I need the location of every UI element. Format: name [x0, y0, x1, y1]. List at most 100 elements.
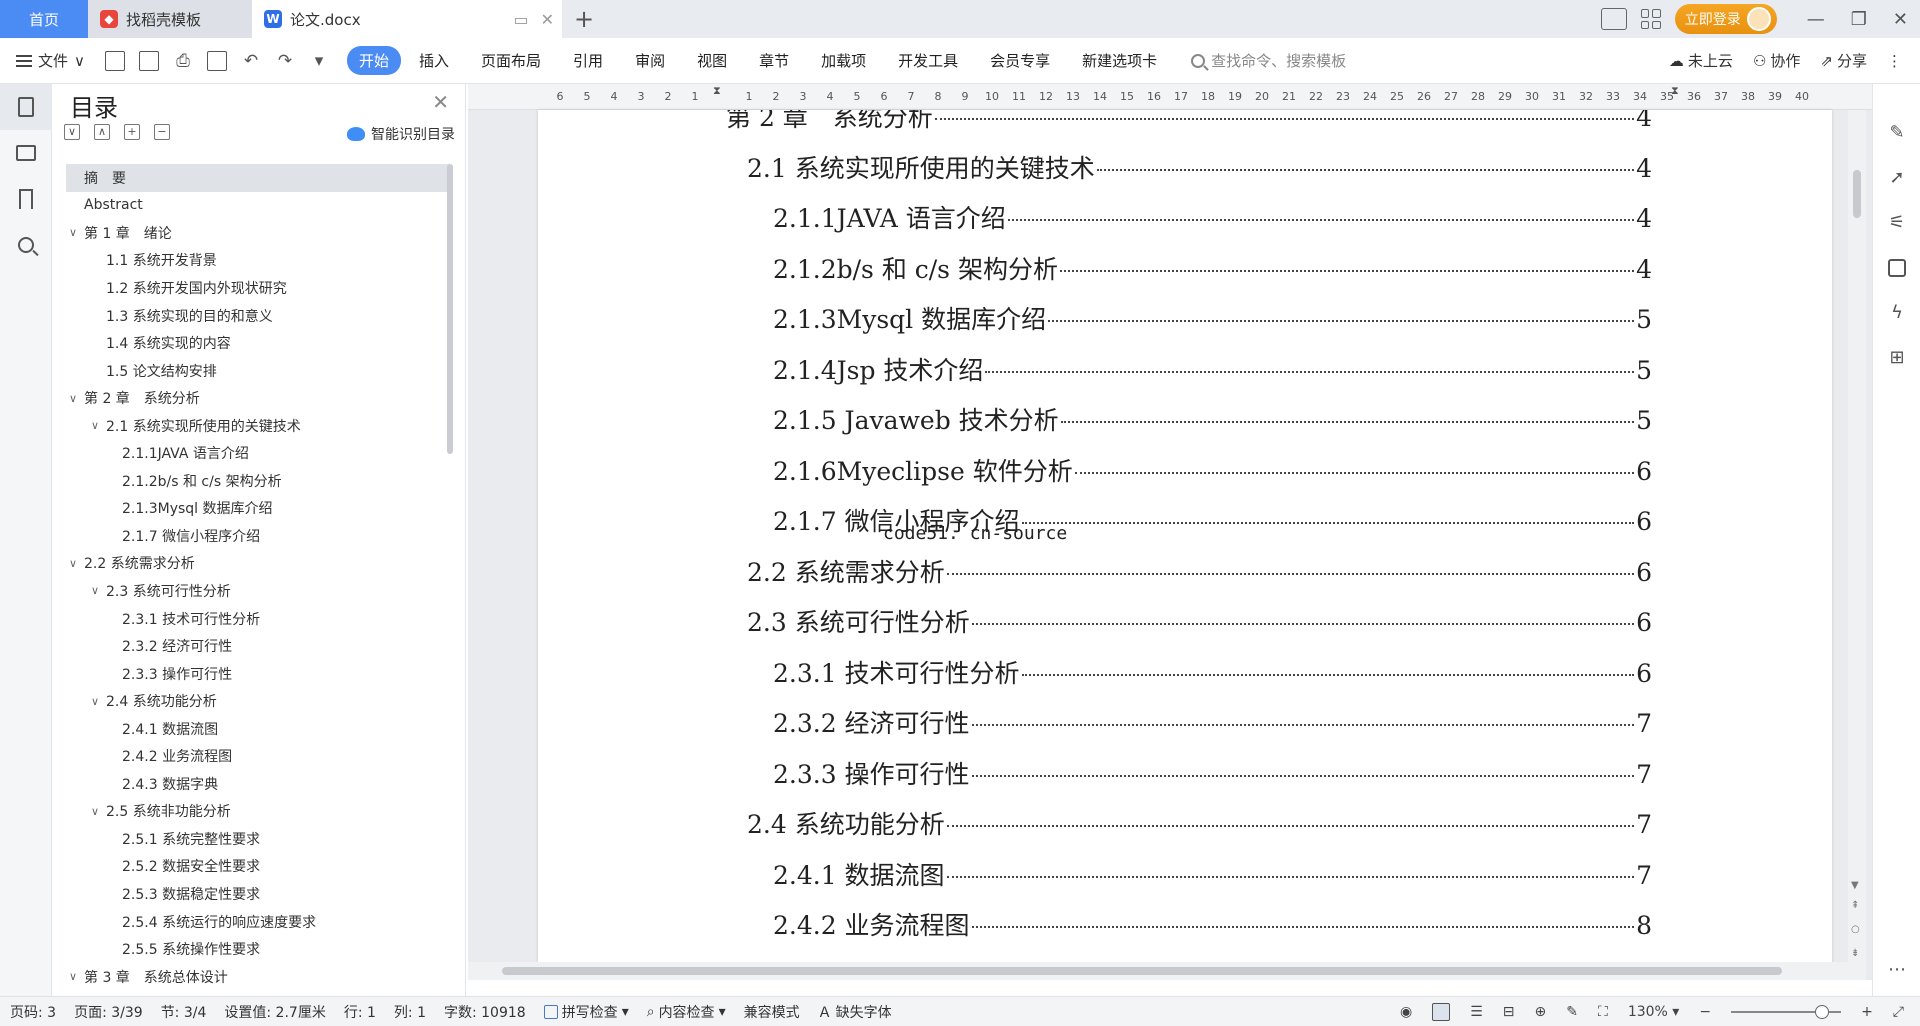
- save-icon[interactable]: [105, 50, 125, 71]
- login-button[interactable]: 立即登录: [1674, 4, 1777, 34]
- layout-icon[interactable]: [1600, 8, 1627, 30]
- cloud-sync-button[interactable]: ☁ 未上云: [1669, 50, 1733, 71]
- ribbon-tab[interactable]: 加载项: [807, 46, 880, 75]
- doc-toc-entry[interactable]: 2.3.1 技术可行性分析 6: [773, 654, 1652, 704]
- collaborate-button[interactable]: ⚇ 协作: [1753, 50, 1800, 71]
- chevron-down-icon[interactable]: ∨: [88, 805, 102, 818]
- doc-toc-entry[interactable]: 2.4 系统功能分析 7: [747, 805, 1652, 855]
- toc-list-item[interactable]: 2.1.3Mysql 数据库介绍: [66, 495, 450, 523]
- toc-list-item[interactable]: 1.1 系统开发背景: [66, 247, 450, 275]
- indent-marker-icon[interactable]: ⧗: [713, 84, 723, 108]
- fit-window-icon[interactable]: ⛶: [1598, 1004, 1608, 1020]
- doc-toc-entry[interactable]: 2.1.2b/s 和 c/s 架构分析 4: [773, 250, 1652, 300]
- ribbon-tab[interactable]: 开始: [347, 46, 402, 75]
- toc-scrollbar[interactable]: [447, 164, 453, 454]
- doc-toc-entry[interactable]: 2.1.5 Javaweb 技术分析 5: [773, 401, 1652, 451]
- toc-list-item[interactable]: ∨ 第 3 章 系统总体设计: [66, 963, 450, 991]
- chevron-down-icon[interactable]: ∨: [66, 392, 80, 405]
- outline-view-icon[interactable]: ☰: [1470, 1004, 1483, 1020]
- toc-list-item[interactable]: Abstract: [66, 192, 450, 220]
- collapse-all-icon[interactable]: ∨: [64, 124, 80, 140]
- image-tool-button[interactable]: [1873, 245, 1920, 290]
- toc-list-item[interactable]: 2.1.1JAVA 语言介绍: [66, 439, 450, 467]
- doc-toc-entry[interactable]: 2.4.1 数据流图 7: [773, 856, 1652, 906]
- adjust-button[interactable]: ⚟: [1873, 200, 1920, 245]
- doc-toc-entry[interactable]: 2.3 系统可行性分析 6: [747, 603, 1652, 653]
- zoom-in-icon[interactable]: +: [1861, 1004, 1873, 1020]
- toc-list-item[interactable]: 2.5.4 系统运行的响应速度要求: [66, 908, 450, 936]
- doc-toc-entry[interactable]: 2.3.2 经济可行性 7: [773, 704, 1652, 754]
- horizontal-scroll-thumb[interactable]: [502, 967, 1782, 975]
- tab-templates[interactable]: ◆ 找稻壳模板: [88, 0, 252, 38]
- select-button[interactable]: ➚: [1873, 155, 1920, 200]
- toc-list-item[interactable]: 2.5.3 数据稳定性要求: [66, 880, 450, 908]
- smart-toc-button[interactable]: 智能识别目录: [347, 124, 455, 144]
- add-heading-icon[interactable]: +: [124, 124, 140, 140]
- doc-toc-entry[interactable]: 2.1.7 微信小程序介绍 6: [773, 502, 1652, 552]
- zoom-out-icon[interactable]: −: [1699, 1004, 1711, 1020]
- eye-protection-icon[interactable]: ◉: [1400, 1004, 1412, 1020]
- ribbon-tab[interactable]: 新建选项卡: [1068, 46, 1171, 75]
- expand-all-icon[interactable]: ∧: [94, 124, 110, 140]
- more-tools-button[interactable]: ⋯: [1873, 947, 1920, 992]
- toc-list-item[interactable]: ∨ 2.2 系统需求分析: [66, 550, 450, 578]
- close-window-icon[interactable]: ✕: [1893, 9, 1908, 30]
- status-page[interactable]: 页面: 3/39: [74, 1002, 143, 1022]
- toc-list-item[interactable]: ∨ 第 1 章 绪论: [66, 219, 450, 247]
- tab-document[interactable]: W 论文.docx ▭ ✕: [252, 0, 562, 38]
- ribbon-tab[interactable]: 视图: [683, 46, 741, 75]
- chevron-down-icon[interactable]: ∨: [88, 584, 102, 597]
- toc-list-item[interactable]: 2.4.2 业务流程图: [66, 742, 450, 770]
- new-tab-button[interactable]: +: [562, 0, 606, 38]
- pen-mode-icon[interactable]: ✎: [1566, 1004, 1578, 1020]
- read-view-icon[interactable]: ⊟: [1503, 1004, 1515, 1020]
- apps-grid-icon[interactable]: [1640, 9, 1661, 29]
- chapter-nav-button[interactable]: [0, 130, 52, 176]
- ribbon-tab[interactable]: 审阅: [621, 46, 679, 75]
- chevron-down-icon[interactable]: ∨: [66, 970, 80, 983]
- close-tab-icon[interactable]: ✕: [541, 10, 554, 29]
- toc-list-item[interactable]: 摘 要: [66, 164, 450, 192]
- chevron-down-icon[interactable]: ∨: [66, 226, 80, 239]
- toc-list-item[interactable]: ∨ 2.3 系统可行性分析: [66, 577, 450, 605]
- toc-list-item[interactable]: 1.3 系统实现的目的和意义: [66, 302, 450, 330]
- horizontal-ruler[interactable]: ⧗ ⧗ 6 5 4 3 2 1 1 2 3 4 5 6 7 8 9 10 11 12 13 14 15 16 17 18 19 2…: [468, 84, 1872, 110]
- bookmark-nav-button[interactable]: [0, 176, 52, 222]
- minimize-icon[interactable]: —: [1807, 9, 1825, 30]
- ribbon-tab[interactable]: 引用: [559, 46, 617, 75]
- close-icon[interactable]: ✕: [432, 90, 449, 114]
- toc-list-item[interactable]: 2.1.2b/s 和 c/s 架构分析: [66, 467, 450, 495]
- doc-toc-entry[interactable]: 2.1.1JAVA 语言介绍 4: [773, 199, 1652, 249]
- prev-page-icon[interactable]: ⇞: [1851, 900, 1859, 911]
- document-page[interactable]: code51. cn-source 第 2 章 系统分析 4 2.1 系统实现所使用…: [538, 110, 1832, 980]
- ribbon-tab[interactable]: 插入: [405, 46, 463, 75]
- export-pdf-icon[interactable]: [139, 50, 159, 71]
- command-search[interactable]: 查找命令、搜索模板: [1191, 50, 1346, 71]
- doc-toc-entry[interactable]: 2.2 系统需求分析 6: [747, 553, 1652, 603]
- file-menu[interactable]: 文件 ∨: [16, 50, 85, 71]
- page-view-icon[interactable]: [1432, 1002, 1451, 1021]
- doc-toc-entry[interactable]: 2.4.2 业务流程图 8: [773, 906, 1652, 956]
- toc-list-item[interactable]: 2.5.5 系统操作性要求: [66, 935, 450, 963]
- toc-list-item[interactable]: 2.5.2 数据安全性要求: [66, 853, 450, 881]
- more-options-icon[interactable]: ⋮: [1887, 52, 1902, 70]
- select-browse-icon[interactable]: ○: [1851, 924, 1860, 935]
- zoom-slider[interactable]: [1731, 1004, 1842, 1019]
- zoom-level[interactable]: 130% ▾: [1628, 1004, 1680, 1020]
- doc-toc-entry[interactable]: 2.1 系统实现所使用的关键技术 4: [747, 149, 1652, 199]
- chevron-down-icon[interactable]: ∨: [88, 695, 102, 708]
- toc-list-item[interactable]: 2.4.1 数据流图: [66, 715, 450, 743]
- doc-toc-entry[interactable]: 2.3.3 操作可行性 7: [773, 755, 1652, 805]
- toc-list-item[interactable]: 2.3.2 经济可行性: [66, 632, 450, 660]
- vertical-scroll-thumb[interactable]: [1853, 170, 1861, 218]
- toc-list-item[interactable]: ∨ 2.1 系统实现所使用的关键技术: [66, 412, 450, 440]
- toc-list-item[interactable]: 2.1.7 微信小程序介绍: [66, 522, 450, 550]
- toc-list-item[interactable]: ∨ 第 2 章 系统分析: [66, 384, 450, 412]
- toc-list-item[interactable]: 2.4.3 数据字典: [66, 770, 450, 798]
- content-check-button[interactable]: ⌕ 内容检查 ▾: [647, 1002, 726, 1022]
- toc-list-item[interactable]: 1.4 系统实现的内容: [66, 329, 450, 357]
- toc-list-item[interactable]: 2.3.3 操作可行性: [66, 660, 450, 688]
- redo-icon[interactable]: ↷: [275, 51, 295, 71]
- doc-toc-entry[interactable]: 第 2 章 系统分析 4: [726, 110, 1652, 148]
- web-view-icon[interactable]: ⊕: [1535, 1004, 1547, 1020]
